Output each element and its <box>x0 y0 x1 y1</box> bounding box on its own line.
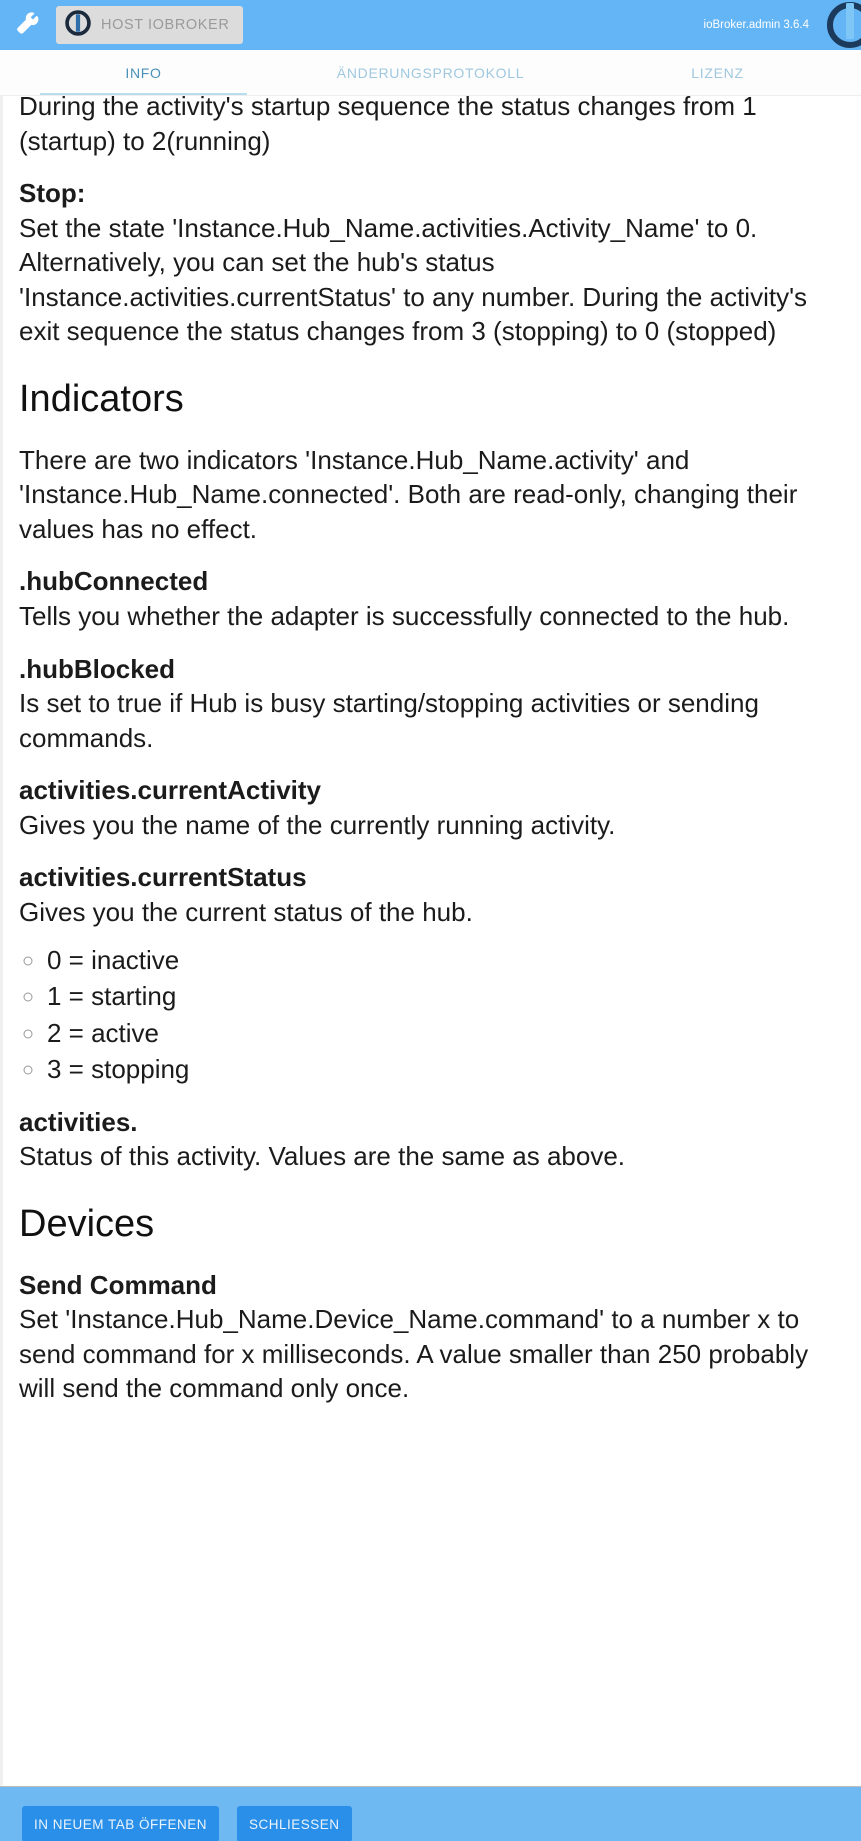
iobroker-corner-logo-icon[interactable] <box>823 0 861 50</box>
indicators-heading: Indicators <box>19 378 184 421</box>
tab-bar: INFO ÄNDERUNGSPROTOKOLL LIZENZ <box>0 50 861 96</box>
readme-document: During the activity's startup sequence t… <box>19 96 845 1406</box>
status-value-list: 0 = inactive 1 = starting 2 = active 3 =… <box>19 943 845 1087</box>
wrench-icon[interactable] <box>0 0 56 50</box>
readme-content-scroll[interactable]: During the activity's startup sequence t… <box>0 96 861 1786</box>
tab-changelog-label: ÄNDERUNGSPROTOKOLL <box>336 64 525 81</box>
desc-hubconnected: Tells you whether the adapter is success… <box>19 600 790 631</box>
desc-currentactivity: Gives you the name of the currently runn… <box>19 809 616 840</box>
dialog-action-bar: IN NEUEM TAB ÖFFENEN SCHLIESSEN <box>0 1786 861 1841</box>
indicators-intro: There are two indicators 'Instance.Hub_N… <box>19 444 798 544</box>
list-item: 1 = starting <box>47 979 845 1014</box>
open-in-new-tab-button[interactable]: IN NEUEM TAB ÖFFENEN <box>22 1806 220 1841</box>
top-app-bar: HOST IOBROKER ioBroker.admin 3.6.4 <box>0 0 861 50</box>
term-hubconnected: .hubConnected <box>19 566 209 597</box>
tab-license[interactable]: LIZENZ <box>574 50 861 95</box>
desc-currentstatus: Gives you the current status of the hub. <box>19 897 473 927</box>
admin-version-label: ioBroker.admin 3.6.4 <box>703 19 809 31</box>
tab-license-label: LIZENZ <box>691 64 744 81</box>
desc-hubblocked: Is set to true if Hub is busy starting/s… <box>19 688 759 753</box>
devices-heading: Devices <box>19 1203 155 1246</box>
list-item: 0 = inactive <box>47 943 845 978</box>
close-button[interactable]: SCHLIESSEN <box>237 1806 352 1841</box>
desc-send-command: Set 'Instance.Hub_Name.Device_Name.comma… <box>19 1304 809 1404</box>
term-currentactivity: activities.currentActivity <box>19 775 322 806</box>
term-currentstatus: activities.currentStatus <box>19 862 307 893</box>
tab-info-label: INFO <box>125 64 162 81</box>
term-activities: activities. <box>19 1106 138 1137</box>
desc-activities: Status of this activity. Values are the … <box>19 1141 626 1172</box>
stop-body: Set the state 'Instance.Hub_Name.activit… <box>19 212 808 347</box>
app-root: HOST IOBROKER ioBroker.admin 3.6.4 INFO … <box>0 0 861 1841</box>
term-hubblocked: .hubBlocked <box>19 653 176 684</box>
stop-heading: Stop: <box>19 178 86 209</box>
list-item: 2 = active <box>47 1016 845 1051</box>
iobroker-logo-icon <box>64 9 92 42</box>
intro-paragraph: During the activity's startup sequence t… <box>19 96 757 156</box>
tab-changelog[interactable]: ÄNDERUNGSPROTOKOLL <box>287 50 574 95</box>
term-send-command: Send Command <box>19 1269 217 1300</box>
host-selector-chip[interactable]: HOST IOBROKER <box>56 6 244 44</box>
list-item: 3 = stopping <box>47 1052 845 1087</box>
tab-info[interactable]: INFO <box>0 50 287 95</box>
host-chip-label: HOST IOBROKER <box>101 17 230 33</box>
